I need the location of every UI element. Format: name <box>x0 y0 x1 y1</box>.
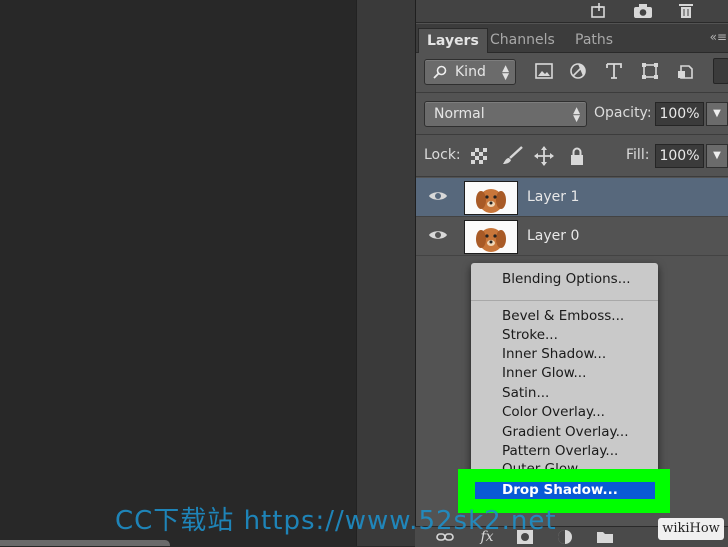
brush-icon[interactable] <box>501 145 523 167</box>
menu-item-satin[interactable]: Satin... <box>502 385 549 401</box>
stepper-arrows-icon: ▲ ▼ <box>502 64 509 82</box>
image-filter-icon[interactable] <box>532 60 556 82</box>
divider <box>416 134 728 135</box>
watermark-text: CC下载站 https://www.52sk2.net <box>115 506 557 536</box>
menu-item-gradient-overlay[interactable]: Gradient Overlay... <box>502 424 628 440</box>
panel-gutter <box>356 0 415 546</box>
tab-layers[interactable]: Layers <box>418 28 488 53</box>
camera-icon[interactable] <box>632 1 654 21</box>
panel-top-strip <box>416 0 728 23</box>
menu-item-inner-shadow[interactable]: Inner Shadow... <box>502 346 606 362</box>
opacity-dropdown-icon[interactable]: ▼ <box>706 102 728 126</box>
filter-toggle[interactable] <box>713 58 728 84</box>
document-canvas[interactable] <box>0 0 356 546</box>
layer-row-0[interactable]: Layer 0 <box>416 217 728 256</box>
adjustment-filter-icon[interactable] <box>566 60 590 82</box>
panel-tabs: Layers Channels Paths «≡ <box>416 24 728 53</box>
tab-channels[interactable]: Channels <box>482 28 563 52</box>
move-icon[interactable] <box>533 145 555 167</box>
filter-kind-label: Kind <box>455 64 486 80</box>
lock-transparent-pixels-icon[interactable] <box>468 145 490 167</box>
fill-input[interactable]: 100% <box>655 144 704 168</box>
divider <box>416 92 728 93</box>
wikihow-badge: wikiHow <box>658 518 724 540</box>
opacity-label: Opacity: <box>594 105 652 121</box>
search-icon <box>433 65 447 79</box>
menu-item-inner-glow[interactable]: Inner Glow... <box>502 365 586 381</box>
dog-thumbnail-icon <box>476 189 506 213</box>
menu-separator <box>471 300 658 301</box>
menu-item-bevel-emboss[interactable]: Bevel & Emboss... <box>502 308 624 324</box>
lock-label: Lock: <box>424 147 461 163</box>
filter-kind-select[interactable]: Kind ▲ ▼ <box>424 59 516 85</box>
menu-item-pattern-overlay[interactable]: Pattern Overlay... <box>502 443 618 459</box>
stepper-arrows-icon: ▲ ▼ <box>573 106 580 124</box>
panel-menu-icon[interactable]: «≡ <box>710 30 727 44</box>
folder-icon[interactable] <box>595 529 615 545</box>
layer-name[interactable]: Layer 0 <box>527 228 579 244</box>
tab-paths[interactable]: Paths <box>567 28 621 52</box>
layer-row-1[interactable]: Layer 1 <box>416 178 728 217</box>
layer-style-context-menu: Blending Options... Bevel & Emboss... St… <box>471 263 658 503</box>
smart-object-filter-icon[interactable] <box>674 60 698 82</box>
menu-item-stroke[interactable]: Stroke... <box>502 327 558 343</box>
visibility-eye-icon[interactable] <box>428 189 448 203</box>
dog-thumbnail-icon <box>476 228 506 252</box>
menu-item-color-overlay[interactable]: Color Overlay... <box>502 404 605 420</box>
status-bar <box>0 540 170 546</box>
blend-mode-value: Normal <box>434 106 485 122</box>
divider <box>416 176 728 177</box>
fill-label: Fill: <box>626 147 650 163</box>
blend-mode-select[interactable]: Normal ▲ ▼ <box>424 101 587 127</box>
new-group-icon[interactable] <box>588 1 610 21</box>
layer-thumbnail <box>464 181 518 215</box>
visibility-eye-icon[interactable] <box>428 228 448 242</box>
lock-icon[interactable] <box>566 145 588 167</box>
fill-dropdown-icon[interactable]: ▼ <box>706 144 728 168</box>
layer-thumbnail <box>464 220 518 254</box>
type-filter-icon[interactable] <box>602 60 626 82</box>
trash-icon[interactable] <box>675 1 697 21</box>
menu-item-blending-options[interactable]: Blending Options... <box>502 271 631 287</box>
layer-name[interactable]: Layer 1 <box>527 189 579 205</box>
opacity-input[interactable]: 100% <box>655 102 704 126</box>
shape-filter-icon[interactable] <box>638 60 662 82</box>
adjustment-layer-icon[interactable] <box>555 529 575 545</box>
menu-item-drop-shadow-label[interactable]: Drop Shadow... <box>502 482 618 499</box>
